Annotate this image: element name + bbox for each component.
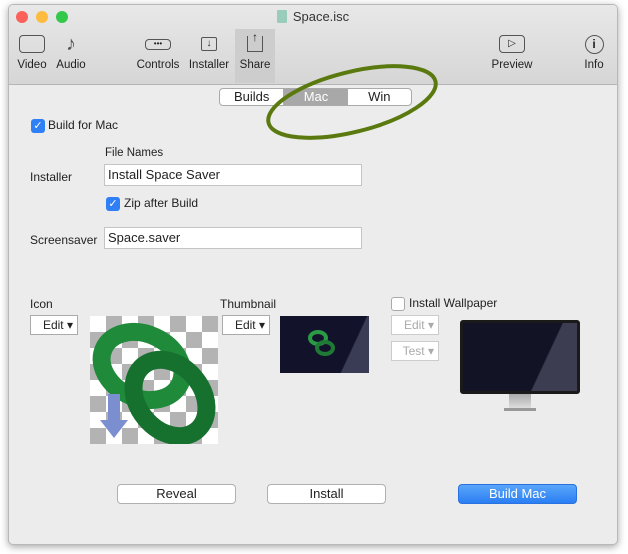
installer-name-input[interactable]: Install Space Saver bbox=[104, 164, 362, 186]
zip-after-build-checkbox[interactable]: ✓ bbox=[106, 197, 120, 211]
toolbar-info[interactable]: i Info bbox=[579, 29, 609, 83]
toolbar-controls[interactable]: ••• Controls bbox=[133, 29, 183, 83]
video-icon bbox=[19, 35, 45, 53]
screensaver-name-input[interactable]: Space.saver bbox=[104, 227, 362, 249]
build-for-mac-checkbox[interactable]: ✓ bbox=[31, 119, 45, 133]
icon-edit-button[interactable]: Edit ▾ bbox=[30, 315, 78, 335]
tab-mac[interactable]: Mac bbox=[284, 89, 348, 105]
build-for-mac-label: Build for Mac bbox=[48, 118, 119, 132]
toolbar: Space.isc Video ♪ Audio ••• Controls ↓ Inst… bbox=[9, 5, 617, 85]
monitor-stand bbox=[509, 394, 531, 408]
tab-win[interactable]: Win bbox=[348, 89, 411, 105]
install-wallpaper-label: Install Wallpaper bbox=[409, 296, 498, 310]
tab-builds[interactable]: Builds bbox=[220, 89, 285, 105]
icon-label: Icon bbox=[30, 297, 53, 311]
window-title: Space.isc bbox=[9, 9, 617, 24]
install-wallpaper-checkbox[interactable] bbox=[391, 297, 405, 311]
toolbar-share[interactable]: ↑ Share bbox=[235, 29, 275, 83]
installer-label: Installer bbox=[30, 170, 73, 184]
linked-rings-icon bbox=[92, 322, 216, 446]
thumbnail-edit-button[interactable]: Edit ▾ bbox=[222, 315, 270, 335]
wallpaper-test-button[interactable]: Test ▾ bbox=[391, 341, 439, 361]
monitor-wallpaper-preview bbox=[460, 320, 580, 394]
info-icon: i bbox=[584, 34, 604, 54]
monitor-base bbox=[504, 408, 536, 411]
installer-icon: ↓ bbox=[201, 37, 217, 51]
zip-after-build-label: Zip after Build bbox=[124, 196, 199, 210]
controls-icon: ••• bbox=[145, 38, 171, 50]
build-mac-button[interactable]: Build Mac bbox=[458, 484, 577, 504]
document-icon bbox=[276, 10, 287, 23]
toolbar-installer[interactable]: ↓ Installer bbox=[185, 29, 233, 83]
reveal-button[interactable]: Reveal bbox=[117, 484, 236, 504]
toolbar-audio[interactable]: ♪ Audio bbox=[53, 29, 89, 83]
wallpaper-edit-button[interactable]: Edit ▾ bbox=[391, 315, 439, 335]
thumbnail-preview bbox=[280, 316, 369, 373]
platform-segmented-control: Builds Mac Win bbox=[219, 88, 412, 106]
install-button[interactable]: Install bbox=[267, 484, 386, 504]
preview-icon: ▷ bbox=[499, 35, 525, 53]
file-names-header: File Names bbox=[105, 147, 164, 159]
screensaver-label: Screensaver bbox=[30, 233, 98, 247]
thumbnail-label: Thumbnail bbox=[220, 297, 277, 311]
icon-preview bbox=[90, 316, 218, 446]
share-icon: ↑ bbox=[247, 31, 263, 52]
toolbar-preview[interactable]: ▷ Preview bbox=[487, 29, 537, 83]
window: Space.isc Video ♪ Audio ••• Controls ↓ Inst… bbox=[8, 4, 618, 545]
toolbar-video[interactable]: Video bbox=[13, 29, 51, 83]
audio-icon: ♪ bbox=[66, 32, 76, 55]
